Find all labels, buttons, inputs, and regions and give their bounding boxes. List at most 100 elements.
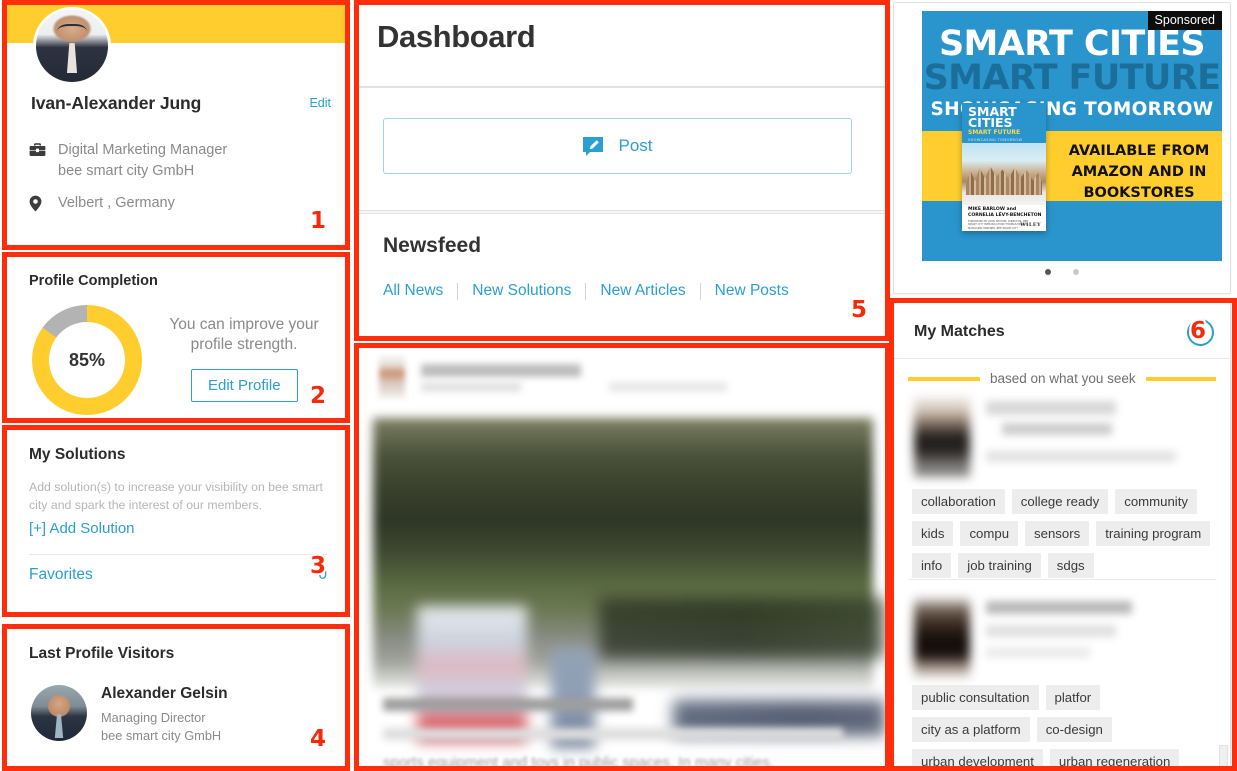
match-detail-redacted (986, 647, 1090, 658)
my-solutions-description: Add solution(s) to increase your visibil… (29, 480, 323, 513)
tab-new-posts[interactable]: New Posts (715, 282, 789, 300)
book-cover-image (962, 143, 1046, 205)
ad-headline-1: SMART CITIES (938, 24, 1206, 64)
visitor-name[interactable]: Alexander Gelsin (101, 685, 228, 703)
my-solutions-title: My Solutions (29, 446, 126, 463)
match-tag[interactable]: co-design (1036, 717, 1112, 742)
ad-book-cover: SMART CITIES SMART FUTURE SHOWCASING TOM… (962, 103, 1046, 231)
match-tag[interactable]: community (1115, 489, 1197, 514)
match-tag[interactable]: city as a platform (912, 717, 1030, 742)
annotation-marker-2: 2 (310, 383, 327, 409)
avatar-photo (36, 10, 108, 82)
profile-completion-card: Profile Completion 85% You can improve y… (6, 256, 350, 419)
post-image-detail (599, 598, 885, 658)
match-tag[interactable]: college ready (1011, 489, 1109, 514)
match-name-redacted (986, 601, 1132, 614)
match-tag[interactable]: sdgs (1047, 553, 1094, 578)
last-profile-visitors-card: Last Profile Visitors Alexander Gelsin M… (6, 628, 350, 768)
match-tag[interactable]: kids (912, 521, 954, 546)
profile-company: bee smart city GmbH (58, 162, 195, 179)
edit-profile-button[interactable]: Edit Profile (191, 369, 298, 402)
my-solutions-card: My Solutions Add solution(s) to increase… (6, 427, 350, 613)
match-tag[interactable]: compu (960, 521, 1019, 546)
match-role-redacted (1002, 423, 1112, 435)
edit-profile-link[interactable]: Edit (309, 96, 331, 110)
post-button-label: Post (618, 136, 653, 155)
book-title-line-2: CITIES (968, 115, 1013, 130)
completion-message: You can improve your profile strength. (169, 316, 319, 354)
ad-cta-text: AVAILABLE FROM AMAZON AND IN BOOKSTORES (1068, 143, 1210, 202)
tab-all-news[interactable]: All News (383, 282, 443, 300)
matches-seek-label: based on what you seek (990, 371, 1136, 386)
match-tag[interactable]: public consultation (912, 685, 1039, 710)
ad-banner[interactable]: Sponsored SMART CITIES SMART FUTURE SHOW… (922, 11, 1222, 261)
add-solution-link[interactable]: [+] Add Solution (29, 520, 135, 537)
matches-scrollbar[interactable] (1219, 745, 1228, 769)
sponsored-ad-card[interactable]: Sponsored SMART CITIES SMART FUTURE SHOW… (893, 2, 1231, 294)
post-pencil-icon (582, 136, 604, 157)
profile-job-text: Digital Marketing Manager bee smart city … (58, 140, 227, 181)
dashboard-page: Ivan-Alexander Jung Edit Digital Marketi… (0, 0, 1237, 771)
profile-name: Ivan-Alexander Jung (31, 93, 202, 113)
ad-carousel-dots (894, 269, 1230, 275)
profile-completion-title: Profile Completion (29, 273, 158, 289)
match-tag[interactable]: job training (958, 553, 1041, 578)
completion-percent: 85% (68, 349, 106, 370)
book-subtitle: SMART FUTURE (968, 129, 1021, 136)
newsfeed-title: Newsfeed (383, 234, 482, 257)
post-subheadline-redacted (383, 728, 843, 740)
match-tag[interactable]: info (912, 553, 952, 578)
my-matches-header: My Matches i (894, 303, 1230, 359)
visitor-role: Managing Director bee smart city GmbH (101, 709, 221, 745)
seek-rule-right (1145, 376, 1216, 381)
visitor-avatar[interactable] (31, 685, 87, 741)
match-tag[interactable]: collaboration (912, 489, 1005, 514)
sponsored-badge: Sponsored (1147, 11, 1222, 30)
annotation-marker-4: 4 (310, 726, 327, 752)
post-headline-redacted (383, 698, 633, 711)
visitor-role-title: Managing Director (101, 710, 206, 725)
seek-rule-left (908, 376, 980, 381)
profile-card: Ivan-Alexander Jung Edit Digital Marketi… (6, 2, 350, 248)
match-role-redacted (986, 625, 1116, 637)
tab-divider (585, 282, 587, 300)
last-profile-visitors-title: Last Profile Visitors (29, 645, 175, 662)
page-title: Dashboard (377, 19, 536, 54)
newsfeed-post[interactable]: sports equipment and toys in public spac… (358, 345, 886, 771)
ad-carousel-dot-1[interactable] (1045, 269, 1051, 275)
match-avatar-redacted (914, 597, 970, 677)
post-meta-redacted (421, 382, 521, 392)
post-body-excerpt: sports equipment and toys in public spac… (383, 754, 775, 771)
tab-new-articles[interactable]: New Articles (600, 282, 685, 300)
newsfeed-card: Newsfeed All News New Solutions New Arti… (358, 213, 886, 339)
my-matches-card: My Matches i based on what you seek coll… (893, 302, 1231, 770)
ad-carousel-dot-2[interactable] (1073, 269, 1079, 275)
post-composer-card: Post (358, 87, 886, 211)
completion-donut-chart: 85% (32, 305, 142, 415)
favorites-link[interactable]: Favorites (29, 566, 93, 584)
annotation-marker-5: 5 (851, 297, 868, 323)
solutions-divider (29, 554, 327, 555)
book-tagline: SHOWCASING TOMORROW (968, 138, 1023, 142)
briefcase-icon (29, 140, 46, 157)
match-tag[interactable]: training program (1096, 521, 1211, 546)
tab-new-solutions[interactable]: New Solutions (472, 282, 571, 300)
post-timestamp-redacted (609, 382, 727, 392)
match-tag-list: public consultation platfor city as a pl… (912, 685, 1216, 769)
book-author-2: CORNELIA LÉVY-BENCHETON (968, 213, 1042, 218)
map-pin-icon (29, 193, 46, 212)
match-tag[interactable]: sensors (1025, 521, 1090, 546)
match-tag[interactable]: urban development (912, 749, 1043, 769)
match-tag[interactable]: urban regeneration (1049, 749, 1180, 769)
book-author-1: MIKE BARLOW and (968, 207, 1017, 212)
profile-location-row: Velbert , Germany (29, 193, 175, 214)
post-author-avatar (379, 356, 405, 398)
match-divider (908, 579, 1216, 580)
annotation-marker-6: 6 (1190, 318, 1207, 344)
profile-location-text: Velbert , Germany (58, 195, 175, 211)
post-button[interactable]: Post (383, 118, 852, 174)
match-tag[interactable]: platfor (1045, 685, 1101, 710)
visitor-company: bee smart city GmbH (101, 728, 222, 744)
newsfeed-tabs: All News New Solutions New Articles New … (383, 282, 789, 300)
avatar[interactable] (33, 7, 111, 85)
